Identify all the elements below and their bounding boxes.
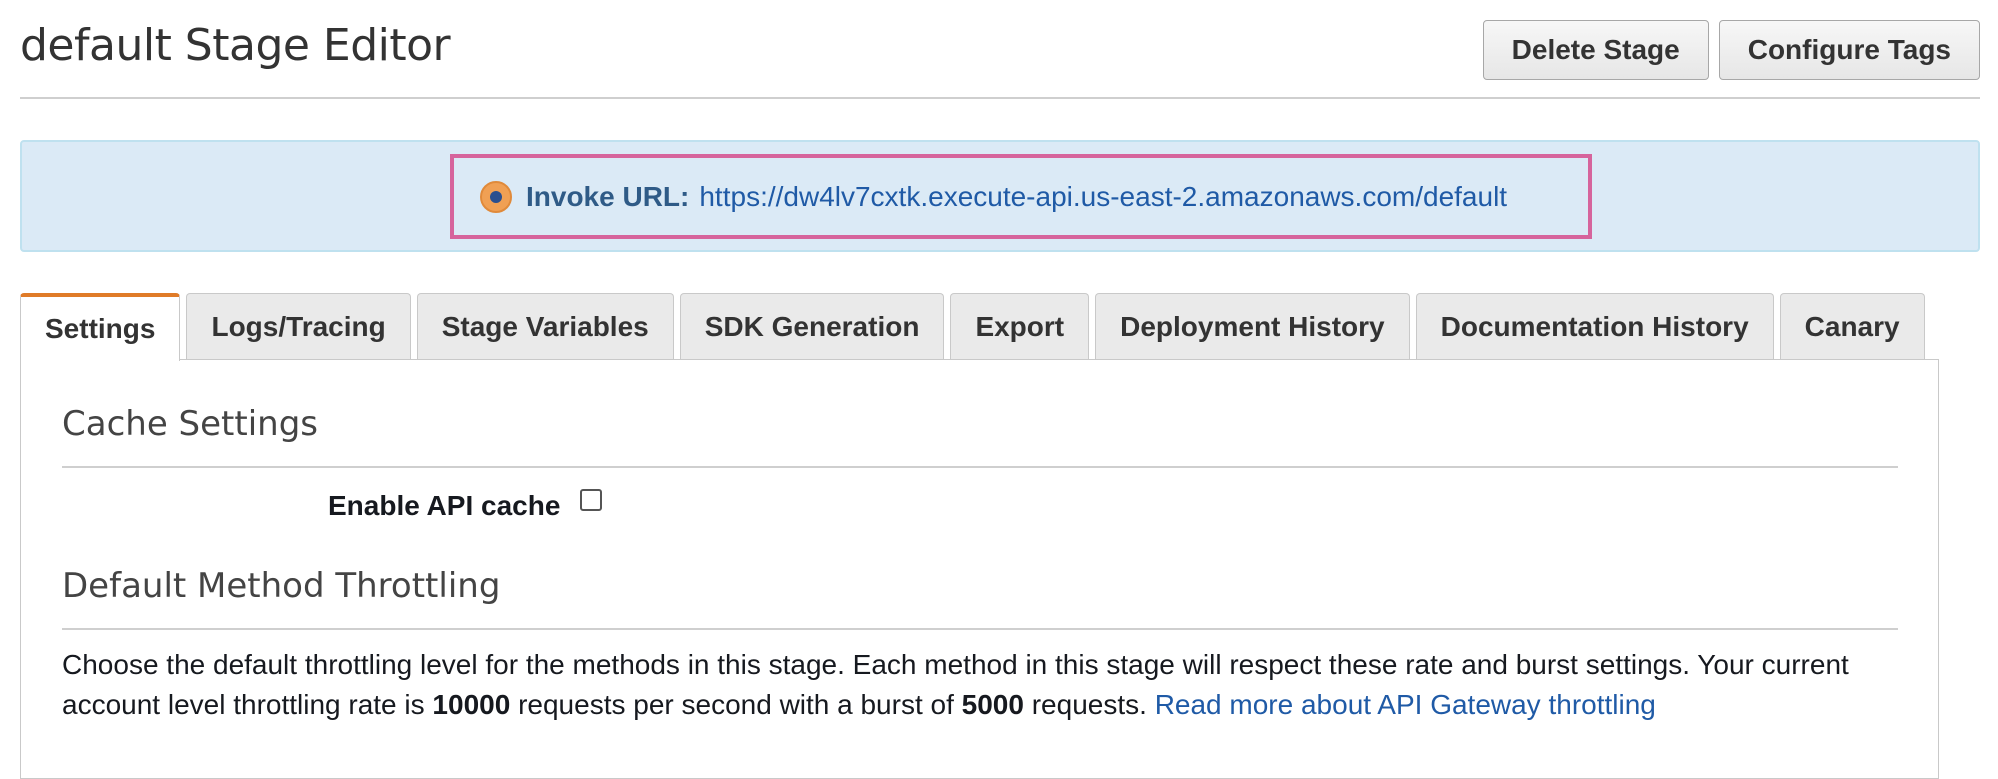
stage-tabs: Settings Logs/Tracing Stage Variables SD… (20, 293, 1925, 361)
default-method-throttling-heading: Default Method Throttling (62, 566, 501, 606)
tab-deployment-history[interactable]: Deployment History (1095, 293, 1410, 360)
throttling-burst-value: 5000 (961, 689, 1024, 720)
info-dot-icon (480, 180, 512, 213)
tab-canary[interactable]: Canary (1779, 293, 1925, 360)
tab-settings[interactable]: Settings (20, 293, 181, 361)
throttling-description: Choose the default throttling level for … (62, 649, 1849, 720)
tab-export[interactable]: Export (950, 293, 1090, 360)
page-title: default Stage Editor (20, 20, 451, 71)
enable-api-cache-row: Enable API cache (328, 489, 603, 522)
enable-api-cache-label: Enable API cache (328, 490, 561, 521)
settings-panel: Cache Settings Enable API cache Default … (20, 359, 1939, 779)
tab-stage-variables[interactable]: Stage Variables (416, 293, 674, 360)
invoke-url-link[interactable]: https://dw4lv7cxtk.execute-api.us-east-2… (699, 181, 1507, 213)
header-divider (20, 97, 1980, 99)
configure-tags-button[interactable]: Configure Tags (1718, 20, 1980, 80)
tab-documentation-history[interactable]: Documentation History (1415, 293, 1774, 360)
cache-settings-divider (62, 466, 1898, 468)
invoke-url-banner: Invoke URL: https://dw4lv7cxtk.execute-a… (20, 140, 1980, 252)
tab-logs-tracing[interactable]: Logs/Tracing (186, 293, 411, 360)
cache-settings-heading: Cache Settings (62, 404, 318, 444)
throttling-docs-link[interactable]: Read more about API Gateway throttling (1155, 689, 1656, 720)
throttling-divider (62, 628, 1898, 630)
throttling-rate-value: 10000 (432, 689, 511, 720)
invoke-url-label: Invoke URL: (526, 180, 690, 212)
enable-api-cache-checkbox[interactable] (580, 489, 603, 511)
header-actions: Delete Stage Configure Tags (1482, 20, 1980, 80)
invoke-url-highlight: Invoke URL: https://dw4lv7cxtk.execute-a… (450, 154, 1592, 239)
delete-stage-button[interactable]: Delete Stage (1482, 20, 1709, 80)
tab-sdk-generation[interactable]: SDK Generation (679, 293, 945, 360)
